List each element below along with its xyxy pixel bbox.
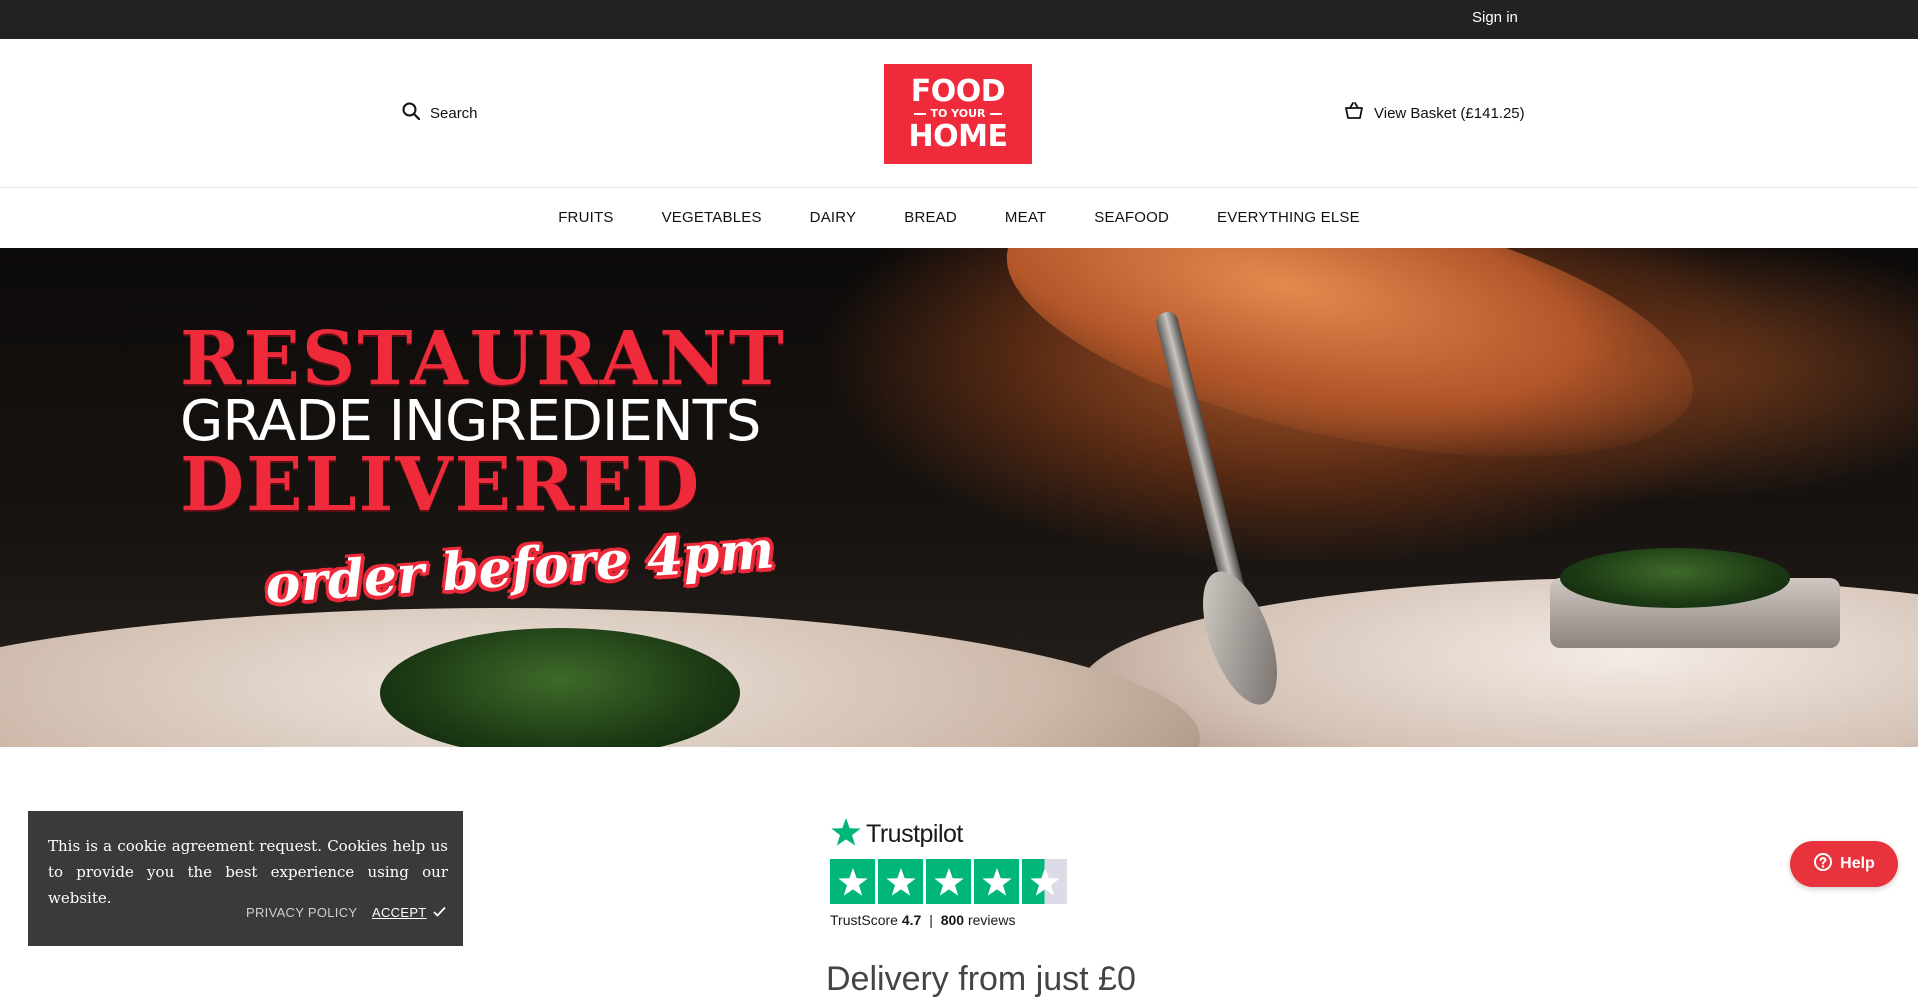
search-icon	[402, 102, 421, 124]
hero-photo-hand	[983, 248, 1717, 509]
site-header: Search FOOD TO YOUR HOME View Basket (£1…	[0, 39, 1918, 188]
privacy-policy-link[interactable]: PRIVACY POLICY	[246, 905, 357, 920]
help-button[interactable]: Help	[1790, 841, 1898, 887]
basket-label: View Basket (£141.25)	[1374, 104, 1525, 122]
hero-headline: RESTAURANT GRADE INGREDIENTS DELIVERED o…	[180, 316, 786, 616]
hero-banner[interactable]: RESTAURANT GRADE INGREDIENTS DELIVERED o…	[0, 248, 1918, 747]
sign-in-link[interactable]: Sign in	[1472, 9, 1518, 26]
accept-cookies-button[interactable]: ACCEPT	[372, 905, 446, 920]
rating-star-icon	[878, 859, 923, 904]
logo-line-3: HOME	[908, 119, 1008, 154]
rating-star-icon	[926, 859, 971, 904]
nav-item-fruits[interactable]: FRUITS	[534, 209, 637, 226]
hero-line-order-before: order before 4pm	[263, 519, 777, 616]
cookie-banner: This is a cookie agreement request. Cook…	[28, 811, 463, 946]
trustscore-value: 4.7	[901, 912, 922, 928]
cookie-message: This is a cookie agreement request. Cook…	[48, 837, 448, 907]
rating-star-icon	[974, 859, 1019, 904]
help-label: Help	[1840, 855, 1875, 872]
nav-item-meat[interactable]: MEAT	[981, 209, 1070, 226]
search-label: Search	[430, 104, 478, 122]
hero-line-restaurant: RESTAURANT	[180, 316, 786, 402]
trustpilot-score: TrustScore 4.7 | 800 reviews	[830, 912, 1016, 928]
view-basket-button[interactable]: View Basket (£141.25)	[1344, 102, 1525, 124]
checkmark-icon	[432, 905, 446, 920]
hero-photo-greens-left	[380, 628, 740, 747]
category-nav: FRUITS VEGETABLES DAIRY BREAD MEAT SEAFO…	[0, 188, 1918, 247]
hero-photo-greens-right	[1560, 548, 1790, 608]
help-icon	[1813, 852, 1833, 877]
nav-item-vegetables[interactable]: VEGETABLES	[638, 209, 786, 226]
logo-line-1: FOOD	[910, 74, 1006, 109]
top-bar: Sign in	[0, 0, 1918, 39]
basket-icon	[1344, 102, 1364, 124]
nav-item-dairy[interactable]: DAIRY	[786, 209, 881, 226]
nav-item-everything-else[interactable]: EVERYTHING ELSE	[1193, 209, 1384, 226]
nav-item-bread[interactable]: BREAD	[880, 209, 981, 226]
nav-item-seafood[interactable]: SEAFOOD	[1070, 209, 1193, 226]
search-button[interactable]: Search	[402, 102, 478, 124]
rating-star-icon	[830, 859, 875, 904]
section-heading: Delivery from just £0	[826, 960, 1136, 998]
site-logo[interactable]: FOOD TO YOUR HOME	[884, 64, 1032, 164]
rating-half-star-icon	[1022, 859, 1067, 904]
trustpilot-widget[interactable]: Trustpilot TrustScore 4.7 | 800 reviews	[830, 816, 1090, 928]
hero-line-delivered: DELIVERED	[180, 442, 702, 528]
trustpilot-brand: Trustpilot	[866, 820, 963, 848]
trustpilot-star-icon	[830, 816, 862, 853]
trustpilot-logo: Trustpilot	[830, 816, 1090, 853]
trustpilot-rating-stars	[830, 859, 1090, 904]
review-count: 800	[940, 912, 965, 928]
